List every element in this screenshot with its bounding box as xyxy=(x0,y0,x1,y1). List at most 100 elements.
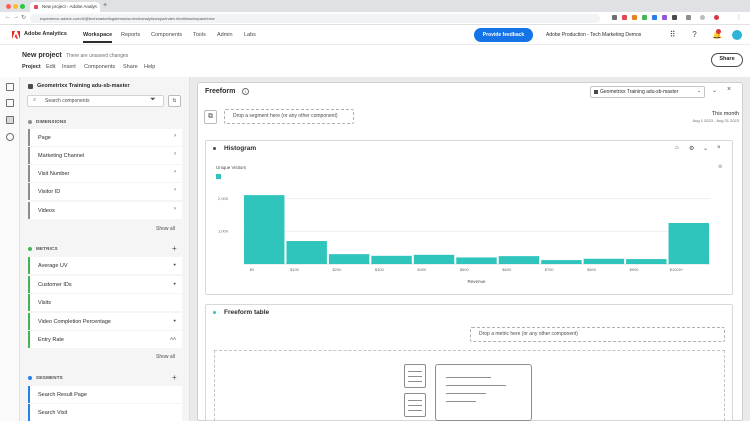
extension-icon[interactable] xyxy=(662,15,667,20)
metrics-heading[interactable]: METRICS xyxy=(36,246,58,251)
list-item[interactable]: Entry Rate AA xyxy=(28,331,182,348)
nav-reports[interactable]: Reports xyxy=(121,32,140,38)
list-item[interactable]: Videos › xyxy=(28,202,182,219)
list-item-label: Search Visit xyxy=(38,409,68,416)
nav-tools[interactable]: Tools xyxy=(193,32,206,38)
segment-icon[interactable]: ⧉ xyxy=(204,110,217,124)
minimize-window-icon[interactable] xyxy=(13,4,18,9)
nav-admin[interactable]: Admin xyxy=(217,32,233,38)
nav-labs[interactable]: Labs xyxy=(244,32,256,38)
extension-icon[interactable] xyxy=(672,15,677,20)
x-tick-label: $700 xyxy=(545,267,555,272)
chevron-right-icon[interactable]: › xyxy=(174,206,176,212)
menu-insert[interactable]: Insert xyxy=(62,64,76,70)
list-item[interactable]: Search Visit xyxy=(28,404,182,421)
menu-project[interactable]: Project xyxy=(22,64,41,70)
date-range-label[interactable]: This month xyxy=(679,111,739,117)
collapse-panel-icon[interactable]: ⌄ xyxy=(712,87,717,94)
list-item[interactable]: Average UV ● xyxy=(28,257,182,274)
components-icon[interactable] xyxy=(6,116,14,124)
chevron-down-icon[interactable]: ⌄ xyxy=(703,145,708,152)
close-window-icon[interactable] xyxy=(6,4,11,9)
browser-tab-title: New project - Adobe Analy... xyxy=(42,4,99,9)
list-item[interactable]: Marketing Channel › xyxy=(28,147,182,164)
menu-share[interactable]: Share xyxy=(123,64,138,70)
dimensions-show-all-link[interactable]: Show all xyxy=(156,226,175,232)
metrics-dot-icon xyxy=(28,247,32,251)
add-metric-icon[interactable]: + xyxy=(172,245,177,253)
report-suite-dropdown-label: Geometrixx Training adu-sb-master xyxy=(600,89,679,95)
apps-grid-icon[interactable]: ⠿ xyxy=(668,30,677,39)
company-switcher[interactable]: Adobe Production - Tech Marketing Demos xyxy=(546,32,641,38)
panels-icon[interactable] xyxy=(6,83,14,91)
list-item-label: Visitor ID xyxy=(38,188,61,195)
placeholder-list-icon xyxy=(404,393,426,417)
sort-button[interactable]: ⇅ xyxy=(168,95,181,107)
metric-drop-zone[interactable]: Drop a metric here (or any other compone… xyxy=(470,327,725,342)
forward-icon[interactable]: → xyxy=(13,14,19,20)
chevron-right-icon[interactable]: › xyxy=(174,169,176,175)
list-item[interactable]: Visit Number › xyxy=(28,165,182,182)
list-item[interactable]: Visitor ID › xyxy=(28,183,182,200)
browser-menu-icon[interactable]: ⋮ xyxy=(736,14,742,21)
app-name[interactable]: Adobe Analytics xyxy=(24,31,67,37)
maximize-window-icon[interactable] xyxy=(20,4,25,9)
profile-icon[interactable] xyxy=(700,15,705,20)
segment-drop-zone[interactable]: Drop a segment here (or any other compon… xyxy=(224,109,354,124)
list-item[interactable]: Visits xyxy=(28,294,182,311)
puzzle-icon[interactable] xyxy=(686,15,691,20)
menu-edit[interactable]: Edit xyxy=(46,64,55,70)
reload-icon[interactable]: ↻ xyxy=(21,14,26,21)
close-icon[interactable]: × xyxy=(727,86,731,93)
date-range-value[interactable]: Aug 1 2023 - Aug 31 2023 xyxy=(659,118,739,123)
metrics-show-all-link[interactable]: Show all xyxy=(156,354,175,360)
report-suite-name[interactable]: Geometrixx Training adu-sb-master xyxy=(37,83,130,89)
ai-assistant-icon[interactable] xyxy=(6,133,14,141)
adobe-logo-icon[interactable] xyxy=(12,31,20,39)
menu-components[interactable]: Components xyxy=(84,64,115,70)
avatar[interactable] xyxy=(732,30,742,40)
extension-icon[interactable] xyxy=(622,15,627,20)
update-icon[interactable] xyxy=(714,15,719,20)
address-bar[interactable]: experience.adobe.com/#/@techmarketingdem… xyxy=(30,14,600,23)
extension-icon[interactable] xyxy=(612,15,617,20)
browser-tab-bar: New project - Adobe Analy... × + xyxy=(0,0,750,12)
chevron-right-icon[interactable]: › xyxy=(174,151,176,157)
gear-icon[interactable]: ⚙ xyxy=(689,145,694,152)
project-title[interactable]: New project xyxy=(22,52,62,59)
chevron-right-icon[interactable]: › xyxy=(174,187,176,193)
extension-icon[interactable] xyxy=(642,15,647,20)
freeform-title[interactable]: Freeform xyxy=(205,88,235,95)
provide-feedback-button[interactable]: Provide feedback xyxy=(474,28,533,42)
chevron-right-icon[interactable]: › xyxy=(174,133,176,139)
list-item[interactable]: Page › xyxy=(28,129,182,146)
nav-components[interactable]: Components xyxy=(151,32,182,38)
extension-icon[interactable] xyxy=(632,15,637,20)
lock-icon[interactable]: ⌂ xyxy=(675,145,679,151)
histogram-title[interactable]: Histogram xyxy=(224,145,256,152)
menu-help[interactable]: Help xyxy=(144,64,155,70)
add-segment-icon[interactable]: + xyxy=(172,374,177,382)
segments-heading[interactable]: SEGMENTS xyxy=(36,375,63,380)
info-icon[interactable]: i xyxy=(242,88,249,95)
list-item[interactable]: Customer IDs ● xyxy=(28,276,182,293)
histogram-chart[interactable]: 1,000 2,000 $0 $100 $200 $300 $400 $500 $600 $700… xyxy=(205,180,733,290)
legend-swatch xyxy=(216,174,221,179)
help-icon[interactable]: ? xyxy=(690,30,699,39)
back-icon[interactable]: ← xyxy=(5,14,11,20)
browser-tab[interactable]: New project - Adobe Analy... × xyxy=(30,2,100,12)
list-item[interactable]: Video Completion Percentage ● xyxy=(28,313,182,330)
list-item[interactable]: Search Result Page xyxy=(28,386,182,403)
new-tab-icon[interactable]: + xyxy=(103,2,107,9)
chart-settings-icon[interactable]: ⚙ xyxy=(718,164,722,170)
close-icon[interactable]: × xyxy=(717,145,721,151)
extension-icon[interactable] xyxy=(652,15,657,20)
freeform-table-title[interactable]: Freeform table xyxy=(224,309,269,316)
list-item-label: Entry Rate xyxy=(38,336,64,343)
dimensions-heading[interactable]: DIMENSIONS xyxy=(36,119,67,124)
filter-icon[interactable]: ⏷ xyxy=(150,96,156,104)
visualizations-icon[interactable] xyxy=(6,99,14,107)
close-tab-icon[interactable]: × xyxy=(94,4,97,10)
share-button[interactable]: Share xyxy=(711,53,743,67)
nav-workspace[interactable]: Workspace xyxy=(83,32,113,43)
